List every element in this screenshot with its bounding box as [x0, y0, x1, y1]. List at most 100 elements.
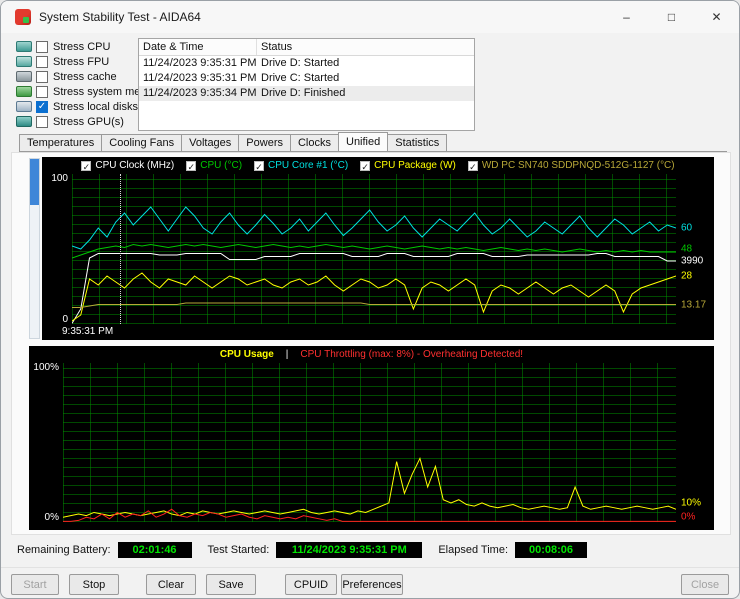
stress-option-label: Stress CPU: [53, 41, 110, 53]
y-axis-min-label: 0: [62, 314, 68, 325]
clear-button[interactable]: Clear: [146, 574, 196, 595]
event-datetime: 11/24/2023 9:35:34 PM: [139, 86, 257, 101]
tab-voltages[interactable]: Voltages: [181, 134, 239, 152]
checkbox-stress-fpu[interactable]: [36, 56, 48, 68]
graph-tabstrip: TemperaturesCooling FansVoltagesPowersCl…: [19, 134, 727, 152]
start-button: Start: [11, 574, 59, 595]
close-window-button[interactable]: ✕: [694, 1, 739, 33]
event-log-row[interactable]: 11/24/2023 9:35:34 PMDrive D: Finished: [139, 86, 474, 101]
stress-option-stress-local-disks[interactable]: ✓ Stress local disks: [16, 100, 136, 113]
cpu-icon: [16, 41, 32, 52]
save-button[interactable]: Save: [206, 574, 256, 595]
elapsed-time-value: 00:08:06: [515, 542, 587, 558]
checkbox-stress-cpu[interactable]: [36, 41, 48, 53]
event-datetime: 11/24/2023 9:35:31 PM: [139, 56, 257, 71]
current-value-cpu-clock-mhz: 3990: [681, 256, 703, 267]
current-values-column: 399048602813.17: [676, 174, 714, 324]
usage-axis-max-label: 100%: [33, 362, 59, 373]
unified-sensor-chart: ✓CPU Clock (MHz)✓CPU (°C)✓CPU Core #1 (°…: [42, 157, 714, 340]
test-start-marker: [120, 174, 121, 324]
tab-powers[interactable]: Powers: [238, 134, 291, 152]
column-header-datetime[interactable]: Date & Time: [139, 39, 257, 55]
cpuid-button[interactable]: CPUID: [285, 574, 337, 595]
app-icon: [15, 9, 31, 25]
stress-option-stress-fpu[interactable]: Stress FPU: [16, 55, 136, 68]
series-line-cpu-usage: [63, 458, 676, 517]
usage-title: CPU Usage: [220, 349, 274, 360]
preferences-button[interactable]: Preferences: [341, 574, 403, 595]
current-value-wd-pc-sn740-sddpnqd-512g-1127-c: 13.17: [681, 299, 706, 310]
checkbox-stress-gpu-s[interactable]: [36, 116, 48, 128]
test-started-value: 11/24/2023 9:35:31 PM: [276, 542, 422, 558]
stress-option-label: Stress local disks: [53, 101, 138, 113]
stress-option-stress-system-memory[interactable]: Stress system memory: [16, 85, 136, 98]
stress-options-list: Stress CPU Stress FPU Stress cache Stress s…: [16, 40, 136, 130]
y-axis-left-usage: 100% 0%: [29, 363, 63, 522]
legend-item-cpu-package-w: ✓ CPU Package (W): [360, 160, 456, 171]
sensor-plot-area: [72, 174, 676, 324]
legend-label: CPU Package (W): [374, 160, 456, 171]
event-log-rows: 11/24/2023 9:35:31 PMDrive D: Started11/…: [139, 56, 474, 101]
legend-label: WD PC SN740 SDDPNQD-512G-1127 (°C): [482, 160, 675, 171]
stress-option-stress-cache[interactable]: Stress cache: [16, 70, 136, 83]
system-stability-test-window: System Stability Test - AIDA64 – □ ✕ Str…: [0, 0, 740, 599]
tab-cooling-fans[interactable]: Cooling Fans: [101, 134, 182, 152]
y-axis-left: 100 0: [42, 174, 72, 324]
series-line-cpu-package-w: [72, 273, 676, 321]
window-title: System Stability Test - AIDA64: [39, 10, 201, 24]
usage-plot-area: [63, 363, 676, 522]
remaining-battery-value: 02:01:46: [118, 542, 192, 558]
legend-label: CPU (°C): [200, 160, 242, 171]
usage-axis-min-label: 0%: [45, 512, 59, 523]
sensor-plot-lines: [72, 174, 676, 324]
stress-option-stress-gpu-s[interactable]: Stress GPU(s): [16, 115, 136, 128]
checkbox-stress-system-memory[interactable]: [36, 86, 48, 98]
series-line-cpu-c: [72, 245, 676, 259]
checkbox-stress-cache[interactable]: [36, 71, 48, 83]
column-header-status[interactable]: Status: [257, 39, 296, 55]
legend-label: CPU Core #1 (°C): [268, 160, 348, 171]
stress-option-label: Stress cache: [53, 71, 117, 83]
tab-temperatures[interactable]: Temperatures: [19, 134, 102, 152]
maximize-button[interactable]: □: [649, 1, 694, 33]
tab-statistics[interactable]: Statistics: [387, 134, 447, 152]
tab-unified[interactable]: Unified: [338, 132, 388, 152]
legend-item-cpu-core-1-c: ✓ CPU Core #1 (°C): [254, 160, 348, 171]
minimize-button[interactable]: –: [604, 1, 649, 33]
usage-plot-lines: [63, 363, 676, 522]
gpu-icon: [16, 116, 32, 127]
stress-option-stress-cpu[interactable]: Stress CPU: [16, 40, 136, 53]
event-log-row[interactable]: 11/24/2023 9:35:31 PMDrive C: Started: [139, 71, 474, 86]
legend-checkbox-cpu-package-w[interactable]: ✓: [360, 161, 370, 171]
series-line-cpu-core-1-c: [72, 207, 676, 249]
window-controls: – □ ✕: [604, 1, 739, 33]
cpu-usage-chart: CPU Usage | CPU Throttling (max: 8%) - O…: [29, 346, 714, 530]
event-log-row[interactable]: 11/24/2023 9:35:31 PMDrive D: Started: [139, 56, 474, 71]
footer-divider: [1, 567, 739, 568]
stress-option-label: Stress GPU(s): [53, 116, 124, 128]
close-button: Close: [681, 574, 729, 595]
event-datetime: 11/24/2023 9:35:31 PM: [139, 71, 257, 86]
current-value-cpu-package-w: 28: [681, 271, 692, 282]
chart-legend: ✓CPU Clock (MHz)✓CPU (°C)✓CPU Core #1 (°…: [42, 157, 714, 174]
legend-checkbox-cpu-core-1-c[interactable]: ✓: [254, 161, 264, 171]
scrollbar-thumb[interactable]: [30, 159, 39, 205]
event-status: Drive D: Finished: [257, 86, 349, 101]
stress-option-label: Stress FPU: [53, 56, 109, 68]
legend-item-wd-pc-sn740-sddpnqd-512g-1127-c: ✓ WD PC SN740 SDDPNQD-512G-1127 (°C): [468, 160, 675, 171]
tab-clocks[interactable]: Clocks: [290, 134, 339, 152]
legend-item-cpu-c: ✓ CPU (°C): [186, 160, 242, 171]
y-axis-max-label: 100: [51, 173, 68, 184]
current-value-cpu-throttling: 0%: [681, 512, 695, 523]
legend-checkbox-wd-pc-sn740-sddpnqd-512g-1127-c[interactable]: ✓: [468, 161, 478, 171]
legend-checkbox-cpu-c[interactable]: ✓: [186, 161, 196, 171]
current-value-cpu-usage: 10%: [681, 497, 701, 508]
legend-checkbox-cpu-clock-mhz[interactable]: ✓: [81, 161, 91, 171]
legend-item-cpu-clock-mhz: ✓CPU Clock (MHz): [81, 160, 174, 171]
chart-vertical-scrollbar[interactable]: [29, 158, 40, 339]
checkbox-stress-local-disks[interactable]: ✓: [36, 101, 48, 113]
event-log-header: Date & Time Status: [139, 39, 474, 56]
event-log-table: Date & Time Status 11/24/2023 9:35:31 PM…: [138, 38, 475, 131]
stop-button[interactable]: Stop: [69, 574, 119, 595]
current-value-cpu-c: 48: [681, 244, 692, 255]
